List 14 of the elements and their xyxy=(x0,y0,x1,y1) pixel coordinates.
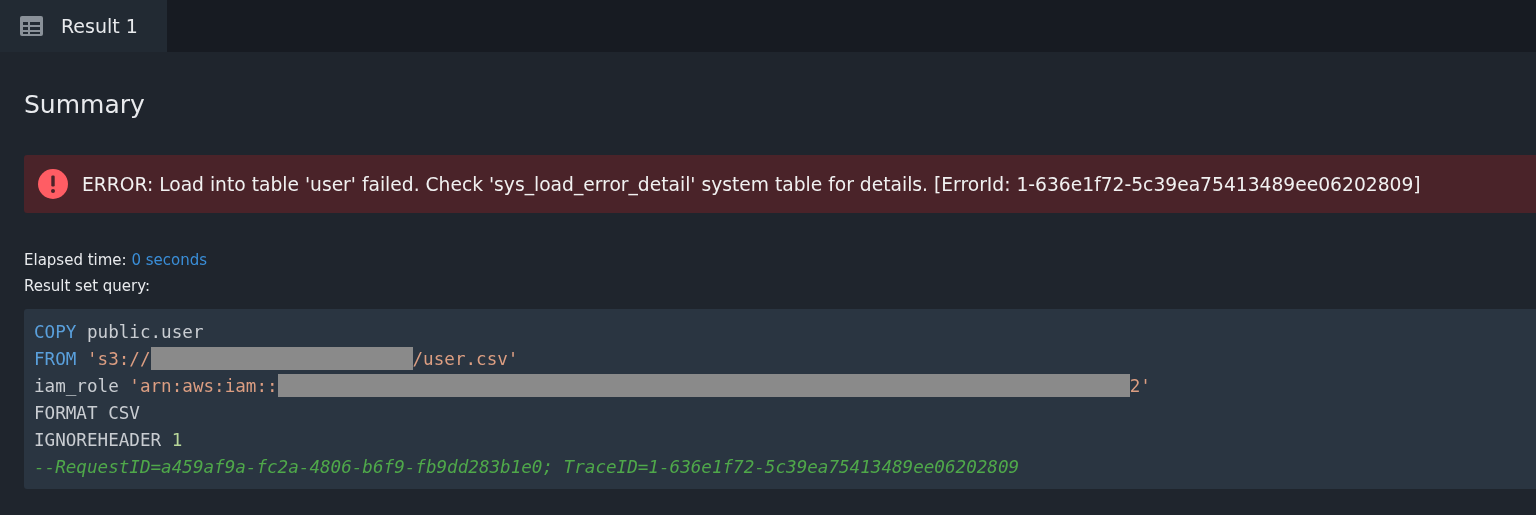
section-title: Summary xyxy=(24,90,146,119)
code-line: FROM 's3:// /user.csv' xyxy=(34,346,520,372)
code-line: COPY public.user xyxy=(34,321,205,344)
code-line: --RequestID=a459af9a-fc2a-4806-b6f9-fb9dd283b1e0; TraceID=1-636e1f72-5c39ea75413489ee06202809 xyxy=(34,456,1021,479)
tab[interactable]: Result 1 xyxy=(0,0,167,52)
code-line: iam_role 'arn:aws:iam:: 2' xyxy=(34,373,1152,399)
elapsed-label: Elapsed time: xyxy=(24,251,127,269)
code-line: FORMAT CSV xyxy=(34,402,141,425)
elapsed-value: 0 seconds xyxy=(131,251,208,269)
query-label: Result set query: xyxy=(24,276,152,297)
table-icon xyxy=(20,16,43,36)
error-icon xyxy=(38,169,68,199)
code-line: IGNOREHEADER 1 xyxy=(34,429,184,452)
error-message: ERROR: Load into table 'user' failed. Check 'sys_load_error_detail' system table for details. [ErrorId: 1-636e1f72-5c39ea75413489ee06202809] xyxy=(82,173,1421,195)
